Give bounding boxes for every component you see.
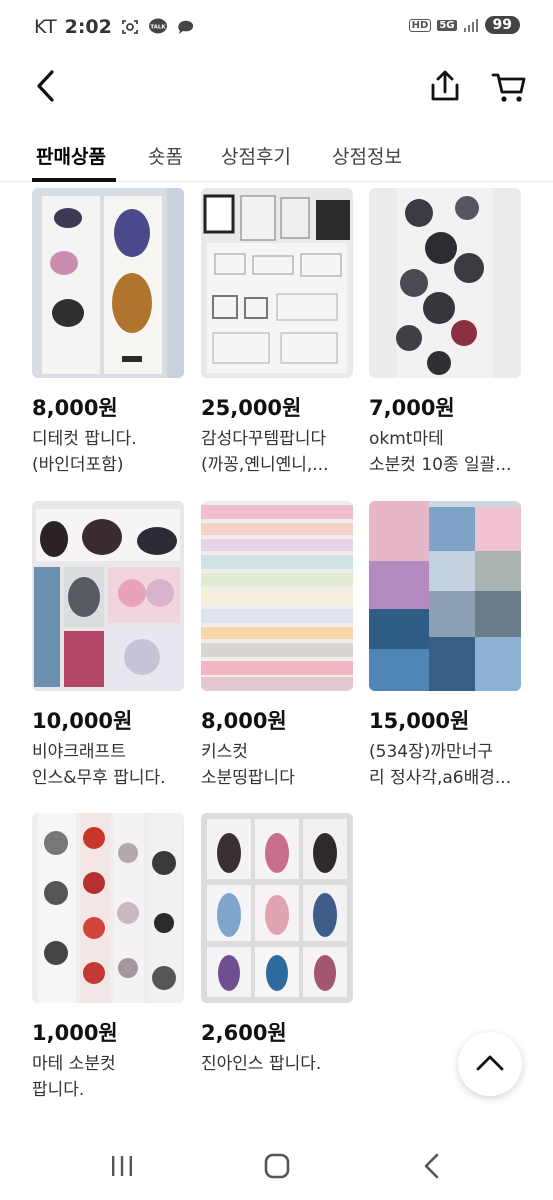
- product-card[interactable]: 8,000원 키스컷 소분띵팝니다: [201, 501, 353, 791]
- chat-bubble-icon: [178, 20, 193, 34]
- status-right: HD 5G 99: [408, 16, 520, 34]
- tab-shortform[interactable]: 숏폼: [148, 142, 183, 169]
- product-thumbnail[interactable]: [201, 188, 353, 378]
- product-title-line: (바인더포함): [32, 455, 124, 475]
- clock: 2:02: [64, 16, 112, 38]
- product-title-line: 소분띵팝니다: [201, 768, 295, 788]
- talk-badge: TALK: [150, 25, 166, 31]
- product-title-line: 디테컷 팝니다.: [32, 429, 137, 449]
- status-left: KT 2:02 TALK: [34, 16, 196, 38]
- carrier-label: KT: [34, 16, 57, 38]
- product-title: 비야크래프트 인스&무후 팝니다.: [32, 739, 184, 791]
- back-icon: [424, 1153, 439, 1179]
- product-card[interactable]: 8,000원 디테컷 팝니다. (바인더포함): [32, 188, 184, 478]
- product-thumbnail[interactable]: [369, 501, 521, 691]
- product-card[interactable]: 10,000원 비야크래프트 인스&무후 팝니다.: [32, 501, 184, 791]
- screenshot-icon: [121, 20, 138, 34]
- hd-indicator: HD: [408, 18, 432, 32]
- product-title-line: 팝니다.: [32, 1080, 85, 1100]
- product-price: 1,000원: [32, 1021, 118, 1045]
- product-title-line: okmt마테: [369, 429, 444, 449]
- back-button[interactable]: [30, 66, 66, 106]
- product-title-line: 마테 소분컷: [32, 1054, 116, 1074]
- kakaotalk-icon: TALK: [148, 18, 167, 34]
- active-tab-indicator: [32, 178, 116, 182]
- product-thumbnail[interactable]: [369, 188, 521, 378]
- network-indicator: 5G: [437, 19, 457, 31]
- recent-apps-icon: [112, 1156, 132, 1176]
- share-button[interactable]: [427, 66, 463, 106]
- product-title: 감성다꾸템팝니다 (까꽁,옌니옌니,...: [201, 426, 353, 478]
- product-thumbnail[interactable]: [32, 813, 184, 1003]
- product-title-line: 리 정사각,a6배경...: [369, 768, 512, 788]
- scroll-to-top-button[interactable]: [458, 1032, 522, 1096]
- product-card[interactable]: 1,000원 마테 소분컷 팝니다.: [32, 813, 184, 1103]
- product-title: 진아인스 팝니다.: [201, 1051, 353, 1077]
- tab-shop-info[interactable]: 상점정보: [332, 142, 402, 169]
- product-price: 8,000원: [201, 709, 287, 733]
- chevron-left-icon: [37, 70, 54, 102]
- product-price: 7,000원: [369, 396, 455, 420]
- tab-products[interactable]: 판매상품: [36, 142, 106, 169]
- battery-indicator: 99: [484, 16, 520, 34]
- product-thumbnail[interactable]: [201, 813, 353, 1003]
- cart-icon: [491, 73, 526, 102]
- product-title-line: 소분컷 10종 일괄...: [369, 455, 512, 475]
- tab-reviews[interactable]: 상점후기: [221, 142, 291, 169]
- product-price: 8,000원: [32, 396, 118, 420]
- status-bar: KT 2:02 TALK HD 5G 99: [0, 0, 553, 56]
- cart-button[interactable]: [489, 66, 529, 106]
- share-icon: [431, 70, 459, 101]
- product-title-line: 감성다꾸템팝니다: [201, 429, 327, 449]
- product-price: 25,000원: [201, 396, 302, 420]
- product-price: 10,000원: [32, 709, 133, 733]
- product-title-line: 진아인스 팝니다.: [201, 1054, 322, 1074]
- product-title-line: 인스&무후 팝니다.: [32, 768, 166, 788]
- system-back-button[interactable]: [420, 1152, 444, 1180]
- product-title-line: 비야크래프트: [32, 742, 126, 762]
- product-card[interactable]: 25,000원 감성다꾸템팝니다 (까꽁,옌니옌니,...: [201, 188, 353, 478]
- recent-apps-button[interactable]: [108, 1152, 136, 1180]
- chevron-up-icon: [476, 1055, 504, 1071]
- product-title-line: 키스컷: [201, 742, 248, 762]
- product-thumbnail[interactable]: [201, 501, 353, 691]
- product-title: 마테 소분컷 팝니다.: [32, 1051, 184, 1103]
- product-card[interactable]: 7,000원 okmt마테 소분컷 10종 일괄...: [369, 188, 521, 478]
- product-price: 2,600원: [201, 1021, 287, 1045]
- product-title-line: (534장)까만너구: [369, 742, 493, 762]
- product-card[interactable]: 15,000원 (534장)까만너구 리 정사각,a6배경...: [369, 501, 521, 791]
- shop-tabs: 판매상품 숏폼 상점후기 상점정보: [0, 128, 553, 182]
- product-thumbnail[interactable]: [32, 188, 184, 378]
- product-title: 디테컷 팝니다. (바인더포함): [32, 426, 184, 478]
- product-card[interactable]: 2,600원 진아인스 팝니다.: [201, 813, 353, 1077]
- system-nav-bar: [0, 1134, 553, 1200]
- signal-icon: [463, 19, 478, 32]
- product-title: (534장)까만너구 리 정사각,a6배경...: [369, 739, 521, 791]
- product-title-line: (까꽁,옌니옌니,...: [201, 455, 329, 475]
- product-thumbnail[interactable]: [32, 501, 184, 691]
- home-icon: [264, 1153, 290, 1179]
- home-button[interactable]: [263, 1152, 291, 1180]
- product-title: okmt마테 소분컷 10종 일괄...: [369, 426, 521, 478]
- product-price: 15,000원: [369, 709, 470, 733]
- top-app-bar: [0, 56, 553, 118]
- product-title: 키스컷 소분띵팝니다: [201, 739, 353, 791]
